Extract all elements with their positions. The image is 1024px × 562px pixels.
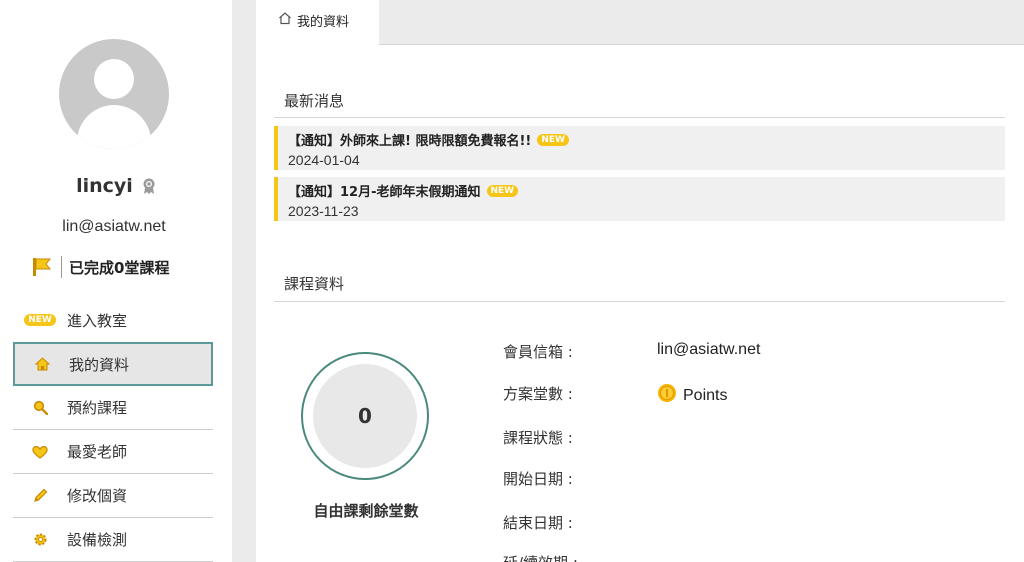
new-badge: NEW bbox=[486, 184, 519, 197]
sidebar-menu: NEW 進入教室 我的資料 預約課程 最愛老師 修改個資 設備檢測 bbox=[13, 298, 213, 562]
completed-courses: 已完成0堂課程 bbox=[31, 255, 169, 279]
start-date-label: 開始日期 : bbox=[503, 470, 573, 488]
sidebar-gutter bbox=[232, 0, 256, 562]
news-item-title: 【通知】12月-老師年末假期通知 bbox=[288, 185, 481, 200]
sidebar-item-device-check[interactable]: 設備檢測 bbox=[13, 518, 213, 562]
news-item-date: 2023-11-23 bbox=[288, 203, 359, 219]
user-email: lin@asiatw.net bbox=[62, 218, 166, 235]
divider bbox=[274, 301, 1005, 302]
medal-icon bbox=[142, 178, 156, 198]
sidebar: lincyi lin@asiatw.net 已完成0堂課程 NEW 進入教室 我… bbox=[0, 0, 232, 562]
remaining-classes-ring: 0 bbox=[301, 352, 429, 480]
end-date-label: 結束日期 : bbox=[503, 514, 573, 532]
member-email-label: 會員信箱 : bbox=[503, 343, 573, 361]
sidebar-item-label: 我的資料 bbox=[69, 355, 130, 374]
news-item[interactable]: 【通知】12月-老師年末假期通知 NEW 2023-11-23 bbox=[274, 177, 1005, 221]
course-status-label: 課程狀態 : bbox=[503, 429, 573, 447]
plan-classes-value: Points bbox=[657, 383, 727, 408]
sidebar-item-label: 修改個資 bbox=[67, 487, 128, 505]
search-icon bbox=[13, 400, 67, 415]
avatar bbox=[59, 39, 169, 149]
tab-my-profile[interactable]: 我的資料 bbox=[256, 0, 379, 46]
remaining-classes-label: 自由課剩餘堂數 bbox=[313, 502, 419, 520]
pencil-icon bbox=[13, 488, 67, 503]
heart-icon bbox=[13, 445, 67, 459]
username-row: lincyi bbox=[0, 175, 232, 198]
news-item[interactable]: 【通知】外師來上課! 限時限額免費報名!! NEW 2024-01-04 bbox=[274, 126, 1005, 170]
extension-date-label: 延/續效期 : bbox=[503, 552, 578, 562]
gear-icon bbox=[13, 532, 67, 547]
home-icon bbox=[15, 357, 69, 371]
member-email-value: lin@asiatw.net bbox=[657, 341, 761, 358]
home-outline-icon bbox=[279, 12, 291, 25]
completed-text: 已完成0堂課程 bbox=[69, 258, 170, 277]
new-badge: NEW bbox=[537, 133, 569, 146]
points-text: Points bbox=[683, 386, 728, 404]
plan-classes-label: 方案堂數 : bbox=[503, 385, 573, 403]
sidebar-item-label: 進入教室 bbox=[67, 311, 128, 330]
news-item-date: 2024-01-04 bbox=[288, 152, 360, 168]
divider bbox=[274, 117, 1005, 118]
main-content: 我的資料 最新消息 【通知】外師來上課! 限時限額免費報名!! NEW 2024… bbox=[256, 0, 1024, 562]
new-badge-icon: NEW bbox=[13, 314, 67, 326]
remaining-classes-count: 0 bbox=[313, 364, 417, 468]
sidebar-item-edit-profile[interactable]: 修改個資 bbox=[13, 474, 213, 518]
coin-icon bbox=[657, 383, 677, 408]
sidebar-item-favorite-teachers[interactable]: 最愛老師 bbox=[13, 430, 213, 474]
news-section-title: 最新消息 bbox=[284, 92, 345, 110]
tab-label: 我的資料 bbox=[297, 15, 350, 30]
flag-icon bbox=[31, 257, 55, 277]
sidebar-item-label: 設備檢測 bbox=[67, 531, 128, 549]
tab-bar: 我的資料 bbox=[256, 0, 1024, 46]
sidebar-item-my-profile[interactable]: 我的資料 bbox=[13, 342, 213, 386]
username: lincyi bbox=[76, 175, 133, 197]
course-section-title: 課程資料 bbox=[284, 275, 345, 293]
sidebar-item-label: 預約課程 bbox=[67, 399, 128, 417]
sidebar-item-enter-classroom[interactable]: NEW 進入教室 bbox=[13, 298, 213, 342]
sidebar-item-book-course[interactable]: 預約課程 bbox=[13, 386, 213, 430]
news-item-title: 【通知】外師來上課! 限時限額免費報名!! bbox=[288, 134, 532, 149]
sidebar-item-label: 最愛老師 bbox=[67, 443, 128, 461]
